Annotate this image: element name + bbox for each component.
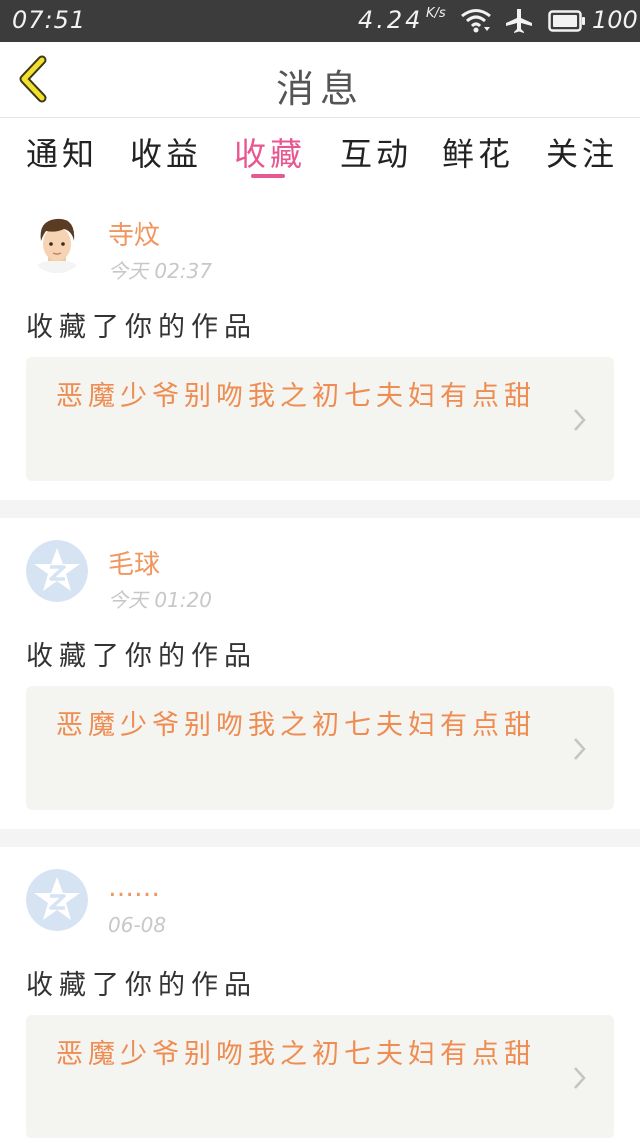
user-name[interactable]: 寺炆 <box>108 215 160 252</box>
tab-following[interactable]: 关注 <box>546 129 618 175</box>
user-name[interactable]: …… <box>108 873 160 903</box>
action-text: 收藏了你的作品 <box>26 312 257 343</box>
work-link[interactable]: 恶魔少爷别吻我之初七夫妇有点甜 <box>26 1015 614 1138</box>
divider <box>0 829 640 847</box>
battery-icon <box>548 10 585 32</box>
message-time: 今天 01:20 <box>108 588 212 612</box>
divider <box>0 500 640 518</box>
tab-notifications[interactable]: 通知 <box>26 129 98 175</box>
app-header: 消息 <box>0 42 640 118</box>
action-text: 收藏了你的作品 <box>26 641 257 672</box>
work-title: 恶魔少爷别吻我之初七夫妇有点甜 <box>56 710 536 741</box>
message-item: …… 06-08 收藏了你的作品 恶魔少爷别吻我之初七夫妇有点甜 <box>0 847 640 1138</box>
message-list: 寺炆 今天 02:37 收藏了你的作品 恶魔少爷别吻我之初七夫妇有点甜 毛球 今… <box>0 189 640 1138</box>
message-time: 今天 02:37 <box>108 259 212 283</box>
chevron-right-icon <box>574 409 586 431</box>
tab-interactions[interactable]: 互动 <box>340 129 412 175</box>
work-title: 恶魔少爷别吻我之初七夫妇有点甜 <box>56 1039 536 1070</box>
tab-flowers[interactable]: 鲜花 <box>442 129 514 175</box>
default-avatar-icon[interactable] <box>26 869 88 931</box>
status-time: 07:51 <box>12 6 87 34</box>
work-link[interactable]: 恶魔少爷别吻我之初七夫妇有点甜 <box>26 686 614 810</box>
wifi-icon <box>461 9 491 33</box>
network-speed: 4.24 <box>358 6 424 34</box>
action-text: 收藏了你的作品 <box>26 970 257 1001</box>
user-name[interactable]: 毛球 <box>108 544 160 581</box>
status-bar: 07:51 4.24 K/s 100 <box>0 0 640 42</box>
message-time: 06-08 <box>108 913 167 937</box>
network-speed-unit: K/s <box>426 6 446 21</box>
tab-earnings[interactable]: 收益 <box>130 129 202 175</box>
battery-level: 100 <box>592 6 638 34</box>
chevron-right-icon <box>574 1067 586 1089</box>
work-title: 恶魔少爷别吻我之初七夫妇有点甜 <box>56 381 536 412</box>
tab-bar: 通知 收益 收藏 互动 鲜花 关注 <box>0 119 640 189</box>
airplane-mode-icon <box>506 9 532 33</box>
work-link[interactable]: 恶魔少爷别吻我之初七夫妇有点甜 <box>26 357 614 481</box>
default-avatar-icon[interactable] <box>26 540 88 602</box>
page-title: 消息 <box>275 67 364 111</box>
active-tab-indicator <box>251 174 285 178</box>
tab-favorites[interactable]: 收藏 <box>234 129 306 175</box>
chevron-right-icon <box>574 738 586 760</box>
message-item: 毛球 今天 01:20 收藏了你的作品 恶魔少爷别吻我之初七夫妇有点甜 <box>0 518 640 829</box>
message-item: 寺炆 今天 02:37 收藏了你的作品 恶魔少爷别吻我之初七夫妇有点甜 <box>0 189 640 500</box>
user-avatar[interactable] <box>26 211 88 273</box>
